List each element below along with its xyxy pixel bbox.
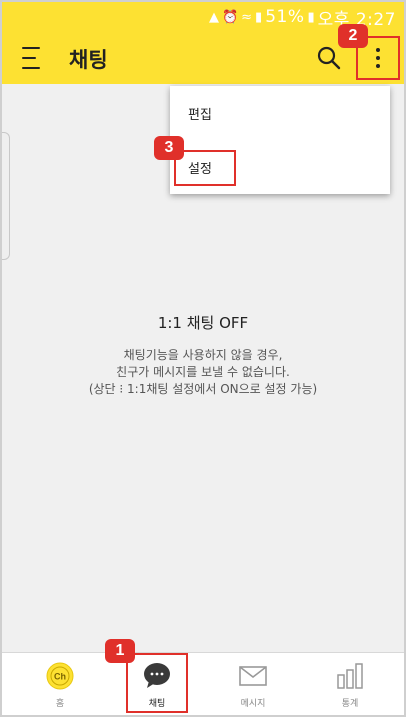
alarm-icon: ⏰ xyxy=(221,9,239,25)
ch-logo-icon: Ch xyxy=(45,661,75,691)
overflow-menu: 편집 설정 xyxy=(170,86,390,194)
chat-off-notice: 1:1 채팅 OFF 채팅기능을 사용하지 않을 경우, 친구가 메시지를 보낼… xyxy=(2,312,404,398)
nav-label-stats: 통계 xyxy=(341,699,359,709)
signal-icon: ▮ xyxy=(255,9,263,25)
nav-item-message[interactable]: 메시지 xyxy=(208,653,298,715)
phone-screen: ▲ ⏰ ≈ ▮ 51% ▮ 오후 2:27 채팅 편집 설정 1:1 채팅 OF… xyxy=(0,0,406,717)
battery-level: 51% xyxy=(265,7,305,27)
callout-badge-2: 2 xyxy=(338,24,368,48)
description-line: 친구가 메시지를 보낼 수 없습니다. xyxy=(116,365,290,379)
nav-label-home: 홈 xyxy=(55,699,65,709)
nav-item-stats[interactable]: 통계 xyxy=(305,653,395,715)
wifi-icon: ≈ xyxy=(241,9,253,25)
side-panel-handle[interactable] xyxy=(2,132,10,260)
battery-icon: ▮ xyxy=(307,9,315,25)
page-title: 채팅 xyxy=(69,48,108,72)
callout-badge-1: 1 xyxy=(105,639,135,663)
nav-item-home[interactable]: Ch 홈 xyxy=(15,653,105,715)
search-icon[interactable] xyxy=(316,45,342,71)
bottom-navigation: Ch 홈 채팅 메시지 통계 xyxy=(2,652,404,715)
description-line: (상단 ⁝ 1:1채팅 설정에서 ON으로 설정 가능) xyxy=(88,382,318,396)
chat-highlight-box xyxy=(126,653,188,713)
description-line: 채팅기능을 사용하지 않을 경우, xyxy=(123,348,283,362)
chat-off-title: 1:1 채팅 OFF xyxy=(157,314,249,332)
notification-icon: ▲ xyxy=(208,9,219,25)
envelope-icon xyxy=(238,661,268,691)
bar-chart-icon xyxy=(335,661,365,691)
more-vert-icon xyxy=(376,48,380,52)
chat-off-description: 채팅기능을 사용하지 않을 경우, 친구가 메시지를 보낼 수 없습니다. (상… xyxy=(2,347,404,398)
nav-label-message: 메시지 xyxy=(240,699,266,709)
hamburger-menu-icon[interactable] xyxy=(22,47,48,69)
ch-logo-text: Ch xyxy=(54,672,66,682)
callout-badge-3: 3 xyxy=(154,136,184,160)
menu-item-edit[interactable]: 편집 xyxy=(170,86,390,140)
